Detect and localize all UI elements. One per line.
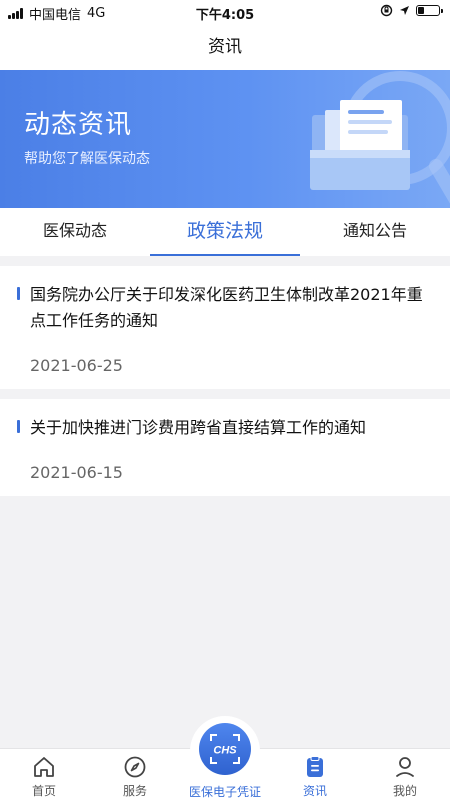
news-date: 2021-06-15 <box>30 463 123 482</box>
status-bar: 中国电信 4G 下午4:05 <box>0 0 450 24</box>
chs-logo-text: CHS <box>213 745 237 757</box>
news-icon <box>307 756 323 777</box>
medical-insurance-voucher-button[interactable]: CHS <box>199 723 251 775</box>
tab-announcements[interactable]: 通知公告 <box>300 208 450 256</box>
tab-policies-regulations[interactable]: 政策法规 <box>150 208 300 256</box>
page-title: 资讯 <box>0 24 450 70</box>
nav-services[interactable]: 服务 <box>100 755 170 799</box>
user-icon <box>396 757 414 777</box>
news-illustration-icon <box>310 71 450 204</box>
nav-news-label: 资讯 <box>302 784 327 798</box>
news-item[interactable]: 国务院办公厅关于印发深化医药卫生体制改革2021年重点工作任务的通知 2021-… <box>0 266 450 389</box>
banner: 动态资讯 帮助您了解医保动态 <box>0 70 450 208</box>
news-date: 2021-06-25 <box>30 356 123 375</box>
location-icon <box>400 6 409 15</box>
battery-level <box>418 7 424 14</box>
home-icon <box>34 757 54 777</box>
orientation-lock-icon <box>380 4 393 17</box>
news-title: 国务院办公厅关于印发深化医药卫生体制改革2021年重点工作任务的通知 <box>30 285 423 330</box>
nav-home-label: 首页 <box>31 784 56 798</box>
nav-profile[interactable]: 我的 <box>370 755 440 799</box>
tab-medical-news[interactable]: 医保动态 <box>0 208 150 256</box>
nav-profile-label: 我的 <box>392 784 417 798</box>
medical-insurance-voucher-label[interactable]: 医保电子凭证 <box>175 783 275 800</box>
banner-title: 动态资讯 <box>24 110 133 140</box>
compass-icon <box>124 756 146 778</box>
nav-home[interactable]: 首页 <box>9 755 79 799</box>
banner-subtitle: 帮助您了解医保动态 <box>24 151 150 167</box>
category-tabs: 医保动态 政策法规 通知公告 <box>0 208 450 256</box>
news-title: 关于加快推进门诊费用跨省直接结算工作的通知 <box>30 418 367 437</box>
chs-logo-icon: CHS <box>210 734 240 764</box>
news-item[interactable]: 关于加快推进门诊费用跨省直接结算工作的通知 2021-06-15 <box>0 399 450 496</box>
nav-services-label: 服务 <box>122 784 147 798</box>
battery-icon <box>416 5 443 16</box>
status-right <box>380 4 443 17</box>
nav-news[interactable]: 资讯 <box>280 755 350 799</box>
news-list: 国务院办公厅关于印发深化医药卫生体制改革2021年重点工作任务的通知 2021-… <box>0 266 450 506</box>
